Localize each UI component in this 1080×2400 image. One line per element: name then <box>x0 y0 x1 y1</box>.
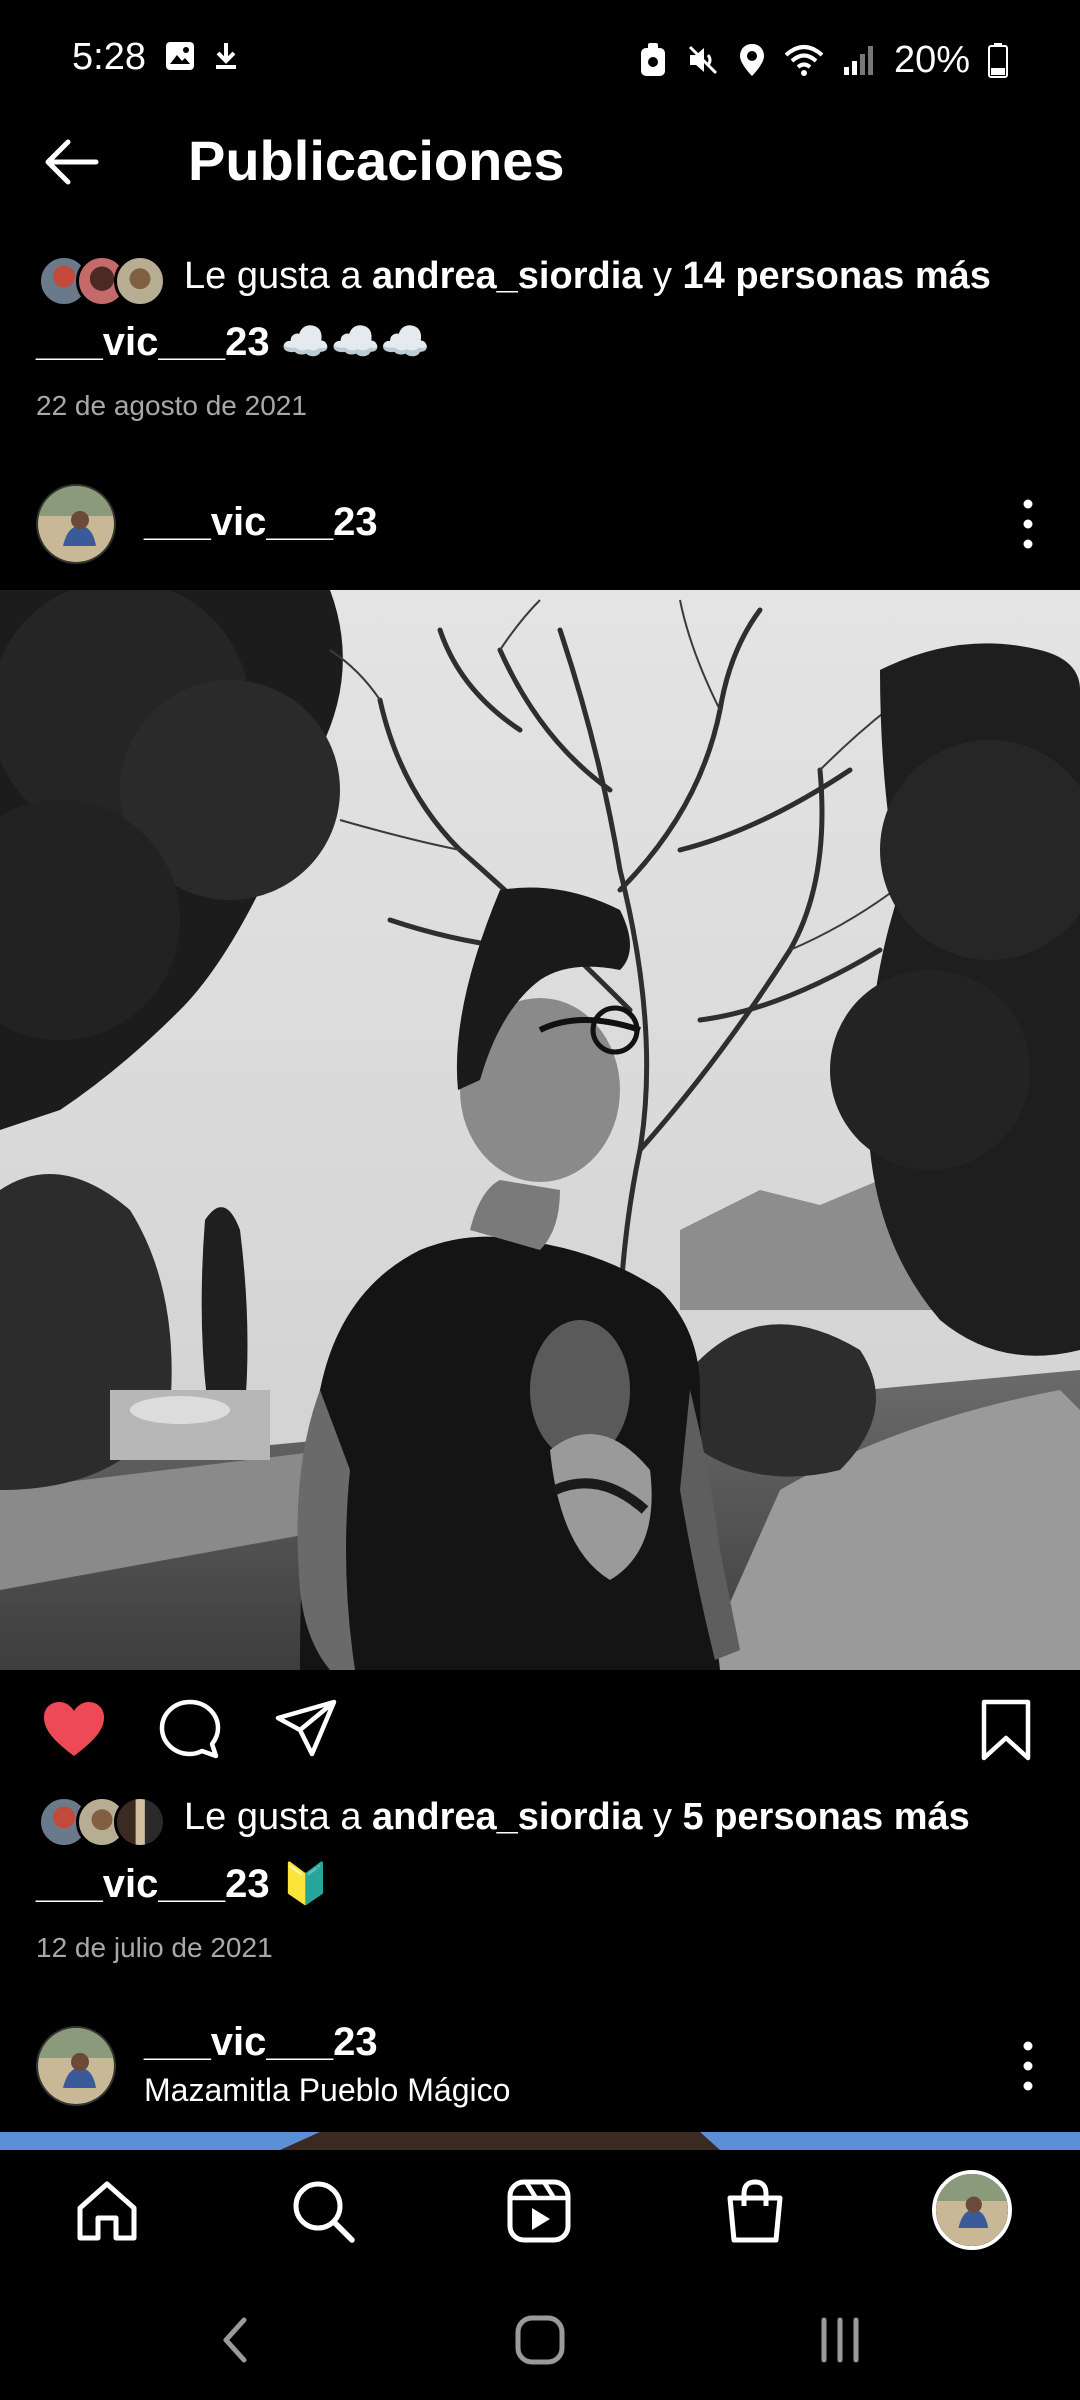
more-options-icon[interactable] <box>1016 2036 1040 2096</box>
liker-avatars <box>38 255 168 307</box>
page-title: Publicaciones <box>188 129 565 192</box>
post1-date: 22 de agosto de 2021 <box>36 390 307 421</box>
caption-username[interactable]: ___vic___23 <box>36 1862 270 1906</box>
likes-summary: Le gusta a andrea_siordia y 14 personas … <box>184 255 991 298</box>
arrow-left-icon[interactable] <box>40 130 104 194</box>
status-bar: 5:28 20% <box>0 0 1080 120</box>
reels-icon[interactable] <box>504 2176 574 2246</box>
liker-avatar <box>114 255 166 307</box>
post2-caption: ___vic___23 🔰 <box>36 1860 331 1907</box>
likes-user[interactable]: andrea_siordia <box>372 1796 642 1838</box>
status-time: 5:28 <box>72 36 146 78</box>
system-navigation-bar <box>0 2280 1080 2400</box>
post1-caption: ___vic___23 ☁️☁️☁️ <box>36 318 430 365</box>
post-avatar[interactable] <box>36 2026 116 2106</box>
likes-others[interactable]: 5 personas más <box>683 1796 970 1838</box>
location-icon <box>739 44 764 76</box>
post-location[interactable]: Mazamitla Pueblo Mágico <box>144 2072 510 2109</box>
system-recents-icon[interactable] <box>810 2310 870 2370</box>
post2-action-bar <box>0 1690 1080 1770</box>
post-avatar[interactable] <box>36 484 116 564</box>
mute-icon <box>688 45 717 75</box>
liker-avatar <box>114 1796 166 1848</box>
caption-username[interactable]: ___vic___23 <box>36 320 270 364</box>
post-username[interactable]: ___vic___23 <box>144 500 378 545</box>
signal-icon <box>843 46 873 75</box>
likes-user[interactable]: andrea_siordia <box>372 255 642 297</box>
likes-prefix: Le gusta a <box>184 255 373 297</box>
bottom-tab-bar <box>0 2150 1080 2270</box>
system-back-icon[interactable] <box>206 2310 266 2370</box>
comment-icon[interactable] <box>156 1696 224 1764</box>
status-icons: 20% <box>638 36 1008 84</box>
post-photo[interactable] <box>0 590 1080 1670</box>
search-icon[interactable] <box>288 2176 358 2246</box>
photo-content <box>0 590 1080 1670</box>
likes-others[interactable]: 14 personas más <box>683 255 991 297</box>
liker-avatars <box>38 1796 168 1848</box>
wifi-icon <box>784 45 824 76</box>
post1-likes-row[interactable]: Le gusta a andrea_siordia y 14 personas … <box>0 245 1080 315</box>
download-icon <box>216 43 236 69</box>
vpn-icon <box>640 43 665 76</box>
likes-prefix: Le gusta a <box>184 1796 373 1838</box>
shop-icon[interactable] <box>720 2176 790 2246</box>
likes-connector: y <box>642 1796 683 1838</box>
home-icon[interactable] <box>72 2176 142 2246</box>
system-home-icon[interactable] <box>510 2310 570 2370</box>
gallery-icon <box>166 42 194 70</box>
share-icon[interactable] <box>272 1696 340 1764</box>
likes-connector: y <box>642 255 683 297</box>
caption-text: ☁️☁️☁️ <box>280 320 431 364</box>
likes-summary: Le gusta a andrea_siordia y 5 personas m… <box>184 1796 970 1839</box>
heart-icon[interactable] <box>40 1696 108 1764</box>
caption-text: 🔰 <box>280 1862 331 1906</box>
top-app-bar: Publicaciones <box>0 120 1080 204</box>
post2-likes-row[interactable]: Le gusta a andrea_siordia y 5 personas m… <box>0 1786 1080 1856</box>
post2-date: 12 de julio de 2021 <box>36 1932 273 1963</box>
more-options-icon[interactable] <box>1016 494 1040 554</box>
profile-avatar[interactable] <box>932 2170 1012 2250</box>
post-username[interactable]: ___vic___23 <box>144 2020 378 2065</box>
next-post-photo[interactable] <box>0 2132 1080 2150</box>
bookmark-icon[interactable] <box>972 1696 1040 1764</box>
battery-percent: 20% <box>893 38 970 81</box>
battery-icon <box>988 43 1008 78</box>
post3-header: ___vic___23 Mazamitla Pueblo Mágico <box>0 2018 1080 2128</box>
post2-header: ___vic___23 <box>0 474 1080 574</box>
